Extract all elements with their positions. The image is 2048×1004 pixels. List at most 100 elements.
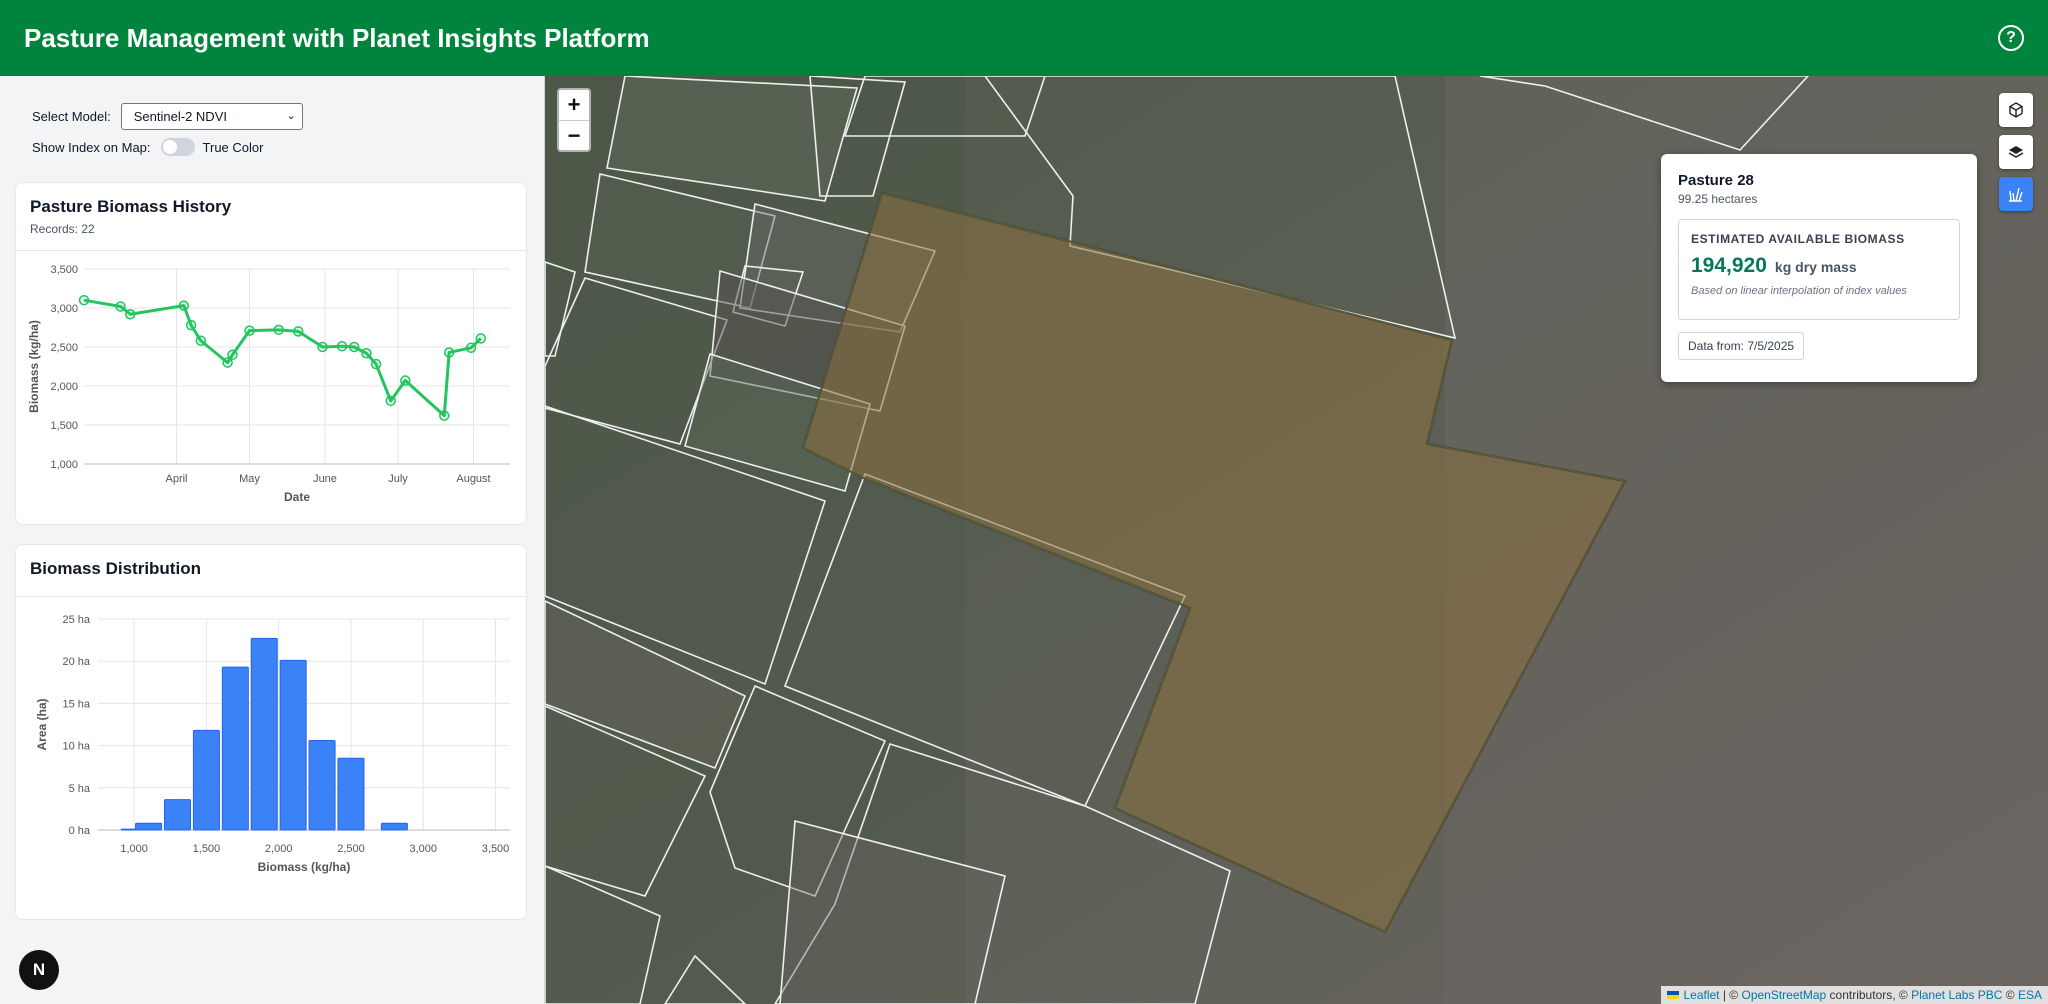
pasture-popup: Pasture 28 99.25 hectares ESTIMATED AVAI…	[1661, 154, 1977, 382]
y-axis-title: Biomass (kg/ha)	[27, 320, 41, 413]
nextjs-badge[interactable]: N	[19, 950, 59, 990]
data-point	[185, 319, 197, 331]
attribution-sep-1: | ©	[1719, 988, 1742, 1002]
histogram-bar	[221, 666, 249, 831]
planet-link[interactable]: Planet Labs PBC	[1911, 988, 2002, 1002]
biomass-value: 194,920	[1691, 254, 1767, 277]
x-tick-label: 1,000	[120, 843, 148, 855]
biomass-estimate-box: ESTIMATED AVAILABLE BIOMASS 194,920 kg d…	[1678, 219, 1960, 320]
attribution-sep-2: contributors, ©	[1826, 988, 1912, 1002]
data-point	[273, 324, 284, 336]
leaflet-link[interactable]: Leaflet	[1683, 988, 1719, 1002]
data-point	[195, 335, 207, 347]
ukraine-flag-icon	[1667, 991, 1680, 999]
y-tick-label: 2,500	[50, 342, 78, 354]
zoom-in-button[interactable]: +	[559, 90, 589, 120]
data-point	[400, 375, 411, 386]
data-point	[125, 308, 136, 320]
y-axis-title: Area (ha)	[35, 698, 49, 750]
y-tick-label: 10 ha	[62, 741, 90, 753]
grass-icon[interactable]	[1999, 177, 2033, 211]
y-tick-label: 25 ha	[62, 614, 90, 626]
y-tick-label: 3,000	[50, 303, 78, 315]
x-tick-label: 2,500	[337, 843, 365, 855]
chevron-down-icon: ⌄	[286, 109, 296, 122]
histogram-bar	[337, 757, 365, 831]
toggle-knob	[162, 140, 177, 154]
app-title: Pasture Management with Planet Insights …	[24, 22, 650, 53]
histogram-bar	[250, 637, 278, 831]
data-point	[115, 301, 126, 312]
pasture-area: 99.25 hectares	[1678, 192, 1758, 206]
histogram-bar	[308, 740, 336, 831]
model-row: Select Model: Sentinel-2 NDVI ⌄	[32, 102, 512, 130]
question-circle-icon[interactable]: ?	[1998, 25, 2024, 51]
histogram-bar	[135, 822, 163, 831]
data-point	[475, 333, 487, 344]
model-select-value: Sentinel-2 NDVI	[133, 108, 227, 124]
attribution-sep-3: ©	[2002, 988, 2018, 1002]
data-point	[244, 325, 255, 336]
index-toggle-label: True Color	[202, 139, 264, 155]
y-tick-label: 5 ha	[69, 783, 91, 795]
y-tick-label: 20 ha	[62, 656, 90, 668]
x-tick-label: August	[456, 473, 490, 485]
biomass-history-chart: 1,000 1,500 2,000 2,500 3,000 3,500 April May Ju…	[27, 264, 510, 504]
x-axis-title: Biomass (kg/ha)	[258, 860, 351, 874]
grass-icon-glyph	[2009, 187, 2023, 202]
x-tick-label: 3,000	[409, 843, 437, 855]
histogram-bar	[163, 799, 192, 831]
layers-icon[interactable]	[1999, 135, 2033, 169]
pasture-name: Pasture 28	[1678, 172, 1754, 189]
map-view[interactable]: + − Pasture 28 99.25 hectares ESTIMATED …	[545, 76, 2048, 1004]
data-point	[178, 300, 190, 311]
records-count: Records: 22	[30, 222, 95, 236]
y-tick-label: 1,000	[50, 459, 78, 471]
model-select[interactable]: Sentinel-2 NDVI ⌄	[120, 102, 303, 130]
biomass-distribution-card: Biomass Distribution 0 ha 5 ha 10 ha 15 ha 2…	[15, 544, 527, 920]
x-tick-label: April	[165, 473, 187, 485]
y-tick-label: 0 ha	[69, 825, 91, 837]
index-row: Show Index on Map: True Color	[32, 133, 512, 161]
esa-link[interactable]: ESA	[2018, 988, 2042, 1002]
distribution-card-header: Biomass Distribution	[16, 545, 526, 597]
y-tick-label: 3,500	[50, 264, 78, 276]
cube-icon-glyph	[2009, 102, 2023, 118]
data-point	[336, 340, 348, 352]
index-label: Show Index on Map:	[32, 139, 151, 155]
biomass-line	[83, 298, 482, 418]
sidebar: Select Model: Sentinel-2 NDVI ⌄ Show Ind…	[0, 76, 545, 1004]
x-axis-title: Date	[284, 490, 310, 504]
model-label: Select Model:	[32, 108, 111, 124]
biomass-value-row: 194,920 kg dry mass	[1691, 254, 1947, 278]
data-point	[443, 347, 455, 358]
data-point	[439, 410, 450, 421]
x-tick-label: May	[239, 473, 260, 485]
x-tick-label: 1,500	[193, 843, 221, 855]
history-title: Pasture Biomass History	[30, 197, 232, 216]
x-tick-label: June	[313, 473, 337, 485]
data-point	[317, 341, 328, 353]
history-card-header: Pasture Biomass History Records: 22	[16, 183, 526, 251]
app-header: Pasture Management with Planet Insights …	[0, 0, 2048, 76]
data-point	[227, 349, 238, 361]
data-point	[292, 326, 304, 337]
index-toggle[interactable]	[160, 138, 195, 156]
histogram-bar	[192, 729, 220, 831]
y-tick-label: 1,500	[50, 420, 78, 432]
biomass-note: Based on linear interpolation of index v…	[1691, 285, 1907, 297]
map-attribution: Leaflet | © OpenStreetMap contributors, …	[1661, 986, 2048, 1004]
biomass-estimate-label: ESTIMATED AVAILABLE BIOMASS	[1691, 232, 1905, 246]
zoom-out-button[interactable]: −	[559, 120, 589, 150]
data-point	[370, 358, 382, 370]
osm-link[interactable]: OpenStreetMap	[1741, 988, 1826, 1002]
data-point	[361, 347, 372, 359]
zoom-control: + −	[557, 88, 591, 152]
data-point	[385, 395, 396, 407]
layers-icon-glyph	[2008, 146, 2024, 158]
cube-icon[interactable]	[1999, 93, 2033, 127]
x-tick-label: 2,000	[265, 843, 293, 855]
x-tick-label: 3,500	[482, 843, 510, 855]
x-tick-label: July	[388, 473, 408, 485]
histogram-bar	[380, 822, 408, 831]
